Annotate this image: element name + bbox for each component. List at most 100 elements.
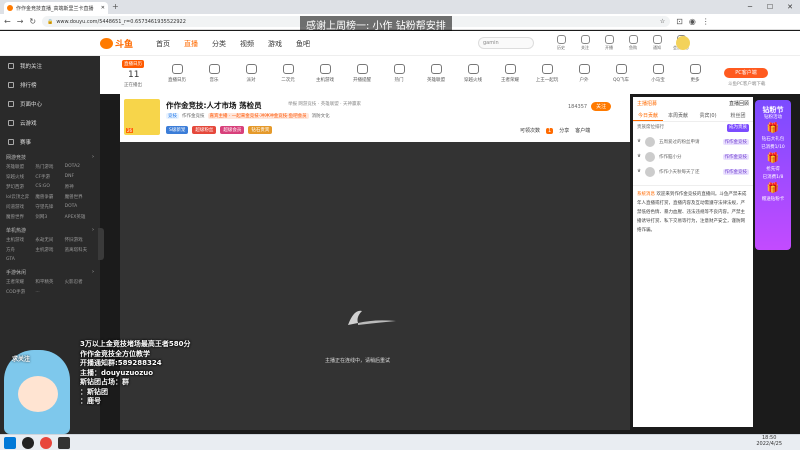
nav-home[interactable]: 首页 <box>156 39 170 49</box>
forward-icon[interactable]: → <box>17 17 24 26</box>
bookmark-star-icon[interactable]: ☆ <box>660 18 665 25</box>
maximize-button[interactable]: ☐ <box>760 0 780 14</box>
category-item[interactable]: 上王一起玩 <box>530 64 564 83</box>
badge-super-fan[interactable]: 超级粉丝 <box>192 126 217 134</box>
category-item[interactable]: 穿越火线 <box>456 64 490 83</box>
site-logo[interactable]: 斗鱼 <box>100 37 144 50</box>
tab-vip[interactable]: 贵宾(0) <box>693 110 723 121</box>
sidebar-grid-item[interactable]: GTA <box>6 257 35 262</box>
sidebar-grid-item[interactable]: 热门游戏 <box>35 164 64 170</box>
category-item[interactable]: 音乐 <box>197 64 231 83</box>
share-button[interactable]: 分享 <box>559 127 569 134</box>
extensions-icon[interactable]: ⊡ <box>676 17 683 26</box>
calendar-day[interactable]: 11 <box>128 70 139 80</box>
sidebar-grid-item[interactable]: 问道游戏 <box>6 204 35 210</box>
video-player[interactable]: 主播正在连线中，请稍后重试 <box>120 142 630 430</box>
tab-today[interactable]: 今日贡献 <box>633 110 663 121</box>
replay-link[interactable]: 直播回顾 <box>729 100 749 107</box>
sidebar-grid-item[interactable]: COD手游 <box>6 289 35 295</box>
sidebar-grid-item[interactable]: 原神 <box>65 184 94 190</box>
sidebar-item-follow[interactable]: 我的关注 <box>0 56 100 75</box>
menu-icon[interactable]: ⋮ <box>702 17 710 26</box>
sidebar-grid-item[interactable]: DNF <box>65 174 94 180</box>
follow-button[interactable]: 关注 <box>591 102 612 111</box>
nav-live[interactable]: 直播 <box>184 39 198 49</box>
sidebar-grid-item[interactable]: 英雄联盟 <box>6 164 35 170</box>
client-button[interactable]: 客户端 <box>575 127 590 134</box>
sidebar-grid-item[interactable]: 主机游戏 <box>35 247 64 253</box>
sidebar-grid-item[interactable]: 逃离塔科夫 <box>65 247 94 253</box>
sidebar-grid-item[interactable]: 主机游戏 <box>6 237 35 243</box>
promo-banner[interactable]: 钻粉节 钻粉活动 🎁 钻石大礼包 已消费1/10 🎁 抢先得 已消费1/8 🎁 … <box>755 100 791 250</box>
broadcast-button[interactable]: 开播 <box>600 35 618 51</box>
nav-yuba[interactable]: 鱼吧 <box>296 39 310 49</box>
start-icon[interactable] <box>4 436 16 449</box>
sidebar-item-cloud[interactable]: 云游戏 <box>0 113 100 132</box>
minimize-button[interactable]: ─ <box>740 0 760 14</box>
room-extra[interactable]: 消防文化 <box>312 113 330 119</box>
chrome-icon[interactable] <box>40 436 52 449</box>
tab-close-icon[interactable]: ✕ <box>101 5 105 11</box>
category-item[interactable]: QQ飞车 <box>604 64 638 83</box>
sidebar-grid-item[interactable]: lol云顶之弈 <box>6 194 35 200</box>
rank-row[interactable]: ♛ 作作小天秋每天了还 作作金竞技 <box>633 164 753 179</box>
close-button[interactable]: ✕ <box>780 0 800 14</box>
recruit-link[interactable]: 主播招募 <box>637 100 657 107</box>
sidebar-grid-item[interactable]: 方舟 <box>6 247 35 253</box>
sidebar-collapse-handle[interactable] <box>98 228 104 260</box>
become-noble-button[interactable]: 成为贵族 <box>727 124 749 132</box>
sidebar-item-events[interactable]: 赛事 <box>0 132 100 151</box>
sidebar-grid-item[interactable]: 守望先锋 <box>35 204 64 210</box>
app-icon[interactable] <box>58 436 70 449</box>
category-item[interactable]: 热门 <box>382 64 416 83</box>
tab-week[interactable]: 本周贡献 <box>663 110 693 121</box>
sidebar-grid-item[interactable]: 魔兽世界 <box>65 194 94 200</box>
tab-fans[interactable]: 粉丝团 <box>723 110 753 121</box>
sidebar-grid-item[interactable]: 永劫无间 <box>35 237 64 243</box>
nav-video[interactable]: 视频 <box>240 39 254 49</box>
sidebar-grid-item[interactable]: 剑网3 <box>35 214 64 220</box>
room-meta[interactable]: 举报 网游竞技 · 英雄联盟 · 天神赢家 <box>288 101 361 107</box>
category-item[interactable]: 主机游戏 <box>308 64 342 83</box>
user-avatar[interactable] <box>676 36 690 50</box>
sidebar-item-rank[interactable]: 排行榜 <box>0 75 100 94</box>
claim-label[interactable]: 可领次数 <box>520 127 540 134</box>
sidebar-grid-item[interactable]: 魔兽世界 <box>6 214 35 220</box>
category-item[interactable]: 户外 <box>567 64 601 83</box>
back-icon[interactable]: ← <box>4 17 11 26</box>
sidebar-grid-item[interactable]: DOTA2 <box>65 164 94 170</box>
sidebar-grid-item[interactable]: 怀旧游戏 <box>65 237 94 243</box>
category-item[interactable]: 派对 <box>234 64 268 83</box>
category-item[interactable]: 王者荣耀 <box>493 64 527 83</box>
sidebar-grid-item[interactable]: 火影忍者 <box>65 279 94 285</box>
sidebar-grid-item[interactable]: APEX英雄 <box>65 214 94 220</box>
new-tab-button[interactable]: + <box>112 3 119 11</box>
reload-icon[interactable]: ↻ <box>29 17 36 26</box>
profile-icon[interactable]: ◉ <box>689 17 696 26</box>
category-item[interactable]: 更多 <box>678 64 712 83</box>
tag-competitive[interactable]: 竞技 <box>166 113 179 119</box>
sidebar-grid-item[interactable]: 王者荣耀 <box>6 279 35 285</box>
sidebar-grid-item[interactable]: DOTA <box>65 204 94 210</box>
category-item[interactable]: 英雄联盟 <box>419 64 453 83</box>
badge-super-vip[interactable]: 超级会员 <box>220 126 245 134</box>
sidebar-grid-item[interactable]: 魔兽争霸 <box>35 194 64 200</box>
taskbar-clock[interactable]: 18:50 2022/4/25 <box>756 435 782 447</box>
sidebar-item-center[interactable]: 页面中心 <box>0 94 100 113</box>
room-highlight[interactable]: 嘉宾主播 · 一起来金竞技·冲冲冲金竞技·鱼吧会员 <box>207 113 309 119</box>
notify-button[interactable]: 通知 <box>648 35 666 51</box>
history-button[interactable]: 历史 <box>552 35 570 51</box>
category-item[interactable]: 二次元 <box>271 64 305 83</box>
badge-s-rank[interactable]: S级新宠 <box>166 126 189 134</box>
nav-games[interactable]: 游戏 <box>268 39 282 49</box>
sidebar-grid-item[interactable]: 和平精英 <box>35 279 64 285</box>
rank-row[interactable]: ♛ 五周爱过的粉丝申请 作作金竞技 <box>633 134 753 149</box>
streamer-avatar[interactable]: 26 <box>124 99 160 135</box>
sidebar-grid-item[interactable]: 梦幻西游 <box>6 184 35 190</box>
sidebar-grid-item[interactable]: CS:GO <box>35 184 64 190</box>
sidebar-grid-item[interactable]: ... <box>35 289 64 295</box>
search-input[interactable]: gamin <box>478 37 534 49</box>
sidebar-grid-item[interactable]: 穿越火线 <box>6 174 35 180</box>
follow-button[interactable]: 关注 <box>576 35 594 51</box>
nav-category[interactable]: 分类 <box>212 39 226 49</box>
